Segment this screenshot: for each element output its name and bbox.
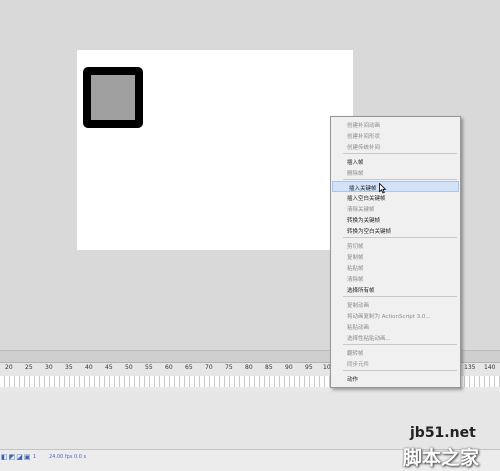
- menu-item-label: 创建传统补间: [347, 145, 381, 151]
- menu-item-label: 插入帧: [347, 160, 364, 166]
- current-frame: 1: [33, 454, 37, 460]
- ruler-tick: 35: [65, 364, 73, 371]
- menu-item-cut-frames[interactable]: 剪切帧: [331, 240, 460, 251]
- menu-item-label: 剪切帧: [347, 244, 364, 250]
- menu-item-create-motion-tween[interactable]: 创建补间动画: [331, 119, 460, 130]
- ruler-tick: 25: [25, 364, 33, 371]
- menu-item-reverse-frames[interactable]: 翻转帧: [331, 347, 460, 358]
- ruler-tick: 20: [5, 364, 13, 371]
- menu-item-clear-keyframe[interactable]: 清除关键帧: [331, 203, 460, 214]
- menu-separator: [343, 370, 457, 371]
- menu-item-label: 动作: [347, 377, 359, 383]
- menu-item-label: 创建补间形状: [347, 134, 381, 140]
- ruler-tick: 50: [125, 364, 133, 371]
- ruler-tick: 45: [105, 364, 113, 371]
- menu-item-label: 选择性粘贴动画...: [347, 336, 391, 342]
- menu-item-label: 清除关键帧: [347, 207, 375, 213]
- menu-item-clear-frames[interactable]: 清除帧: [331, 273, 460, 284]
- menu-separator: [343, 153, 457, 154]
- menu-item-label: 同步元件: [347, 362, 370, 368]
- menu-item-convert-to-keyframes[interactable]: 转换为关键帧: [331, 214, 460, 225]
- ruler-tick: 60: [165, 364, 173, 371]
- menu-item-label: 转换为关键帧: [347, 218, 381, 224]
- menu-item-create-classic-tween[interactable]: 创建传统补间: [331, 141, 460, 152]
- menu-item-synchronize-symbols[interactable]: 同步元件: [331, 358, 460, 369]
- menu-item-label: 翻转帧: [347, 351, 364, 357]
- ruler-tick: 135: [464, 364, 476, 371]
- menu-separator: [343, 179, 457, 180]
- ruler-tick: 80: [245, 364, 253, 371]
- menu-item-paste-motion-special[interactable]: 选择性粘贴动画...: [331, 332, 460, 343]
- ruler-tick: 40: [85, 364, 93, 371]
- menu-item-label: 粘贴帧: [347, 266, 364, 272]
- ruler-tick: 95: [305, 364, 313, 371]
- ruler-tick: 70: [205, 364, 213, 371]
- menu-item-actions[interactable]: 动作: [331, 373, 460, 384]
- elapsed-time: 0.0 s: [74, 454, 87, 460]
- menu-item-label: 插入空白关键帧: [347, 196, 386, 202]
- menu-item-create-shape-tween[interactable]: 创建补间形状: [331, 130, 460, 141]
- ruler-tick: 30: [45, 364, 53, 371]
- menu-separator: [343, 237, 457, 238]
- context-menu: 创建补间动画 创建补间形状 创建传统补间 插入帧 删除帧 插入关键帧 插入空白关…: [330, 116, 461, 388]
- watermark-name: 脚本之家: [403, 447, 480, 469]
- ruler-tick: 140: [484, 364, 496, 371]
- menu-item-copy-motion-as-actionscript[interactable]: 将动画复制为 ActionScript 3.0...: [331, 310, 460, 321]
- menu-item-convert-to-blank-keyframes[interactable]: 转换为空白关键帧: [331, 225, 460, 236]
- menu-item-label: 清除帧: [347, 277, 364, 283]
- menu-item-remove-frames[interactable]: 删除帧: [331, 167, 460, 178]
- menu-item-label: 选择所有帧: [347, 288, 375, 294]
- ruler-tick: 55: [145, 364, 153, 371]
- frame-rate: 24.00 fps: [49, 454, 73, 460]
- menu-item-paste-frames[interactable]: 粘贴帧: [331, 262, 460, 273]
- menu-separator: [343, 296, 457, 297]
- menu-item-label: 复制动画: [347, 303, 370, 309]
- menu-item-label: 将动画复制为 ActionScript 3.0...: [347, 314, 431, 320]
- onion-skin-icons[interactable]: ◧◩◪▣: [1, 453, 31, 461]
- menu-item-label: 粘贴动画: [347, 325, 370, 331]
- menu-item-insert-keyframe[interactable]: 插入关键帧: [332, 181, 459, 192]
- menu-item-label: 插入关键帧: [349, 186, 377, 192]
- menu-item-insert-blank-keyframe[interactable]: 插入空白关键帧: [331, 192, 460, 203]
- square-shape[interactable]: [83, 67, 143, 128]
- menu-item-label: 创建补间动画: [347, 123, 381, 129]
- menu-item-label: 删除帧: [347, 171, 364, 177]
- menu-separator: [343, 344, 457, 345]
- menu-item-select-all-frames[interactable]: 选择所有帧: [331, 284, 460, 295]
- ruler-tick: 65: [185, 364, 193, 371]
- menu-item-label: 转换为空白关键帧: [347, 229, 392, 235]
- ruler-tick: 75: [225, 364, 233, 371]
- menu-item-copy-frames[interactable]: 复制帧: [331, 251, 460, 262]
- ruler-tick: 90: [285, 364, 293, 371]
- ruler-tick: 85: [265, 364, 273, 371]
- menu-item-label: 复制帧: [347, 255, 364, 261]
- menu-item-paste-motion[interactable]: 粘贴动画: [331, 321, 460, 332]
- menu-item-copy-motion[interactable]: 复制动画: [331, 299, 460, 310]
- menu-item-insert-frame[interactable]: 插入帧: [331, 156, 460, 167]
- watermark-domain: jb51.net: [410, 425, 476, 441]
